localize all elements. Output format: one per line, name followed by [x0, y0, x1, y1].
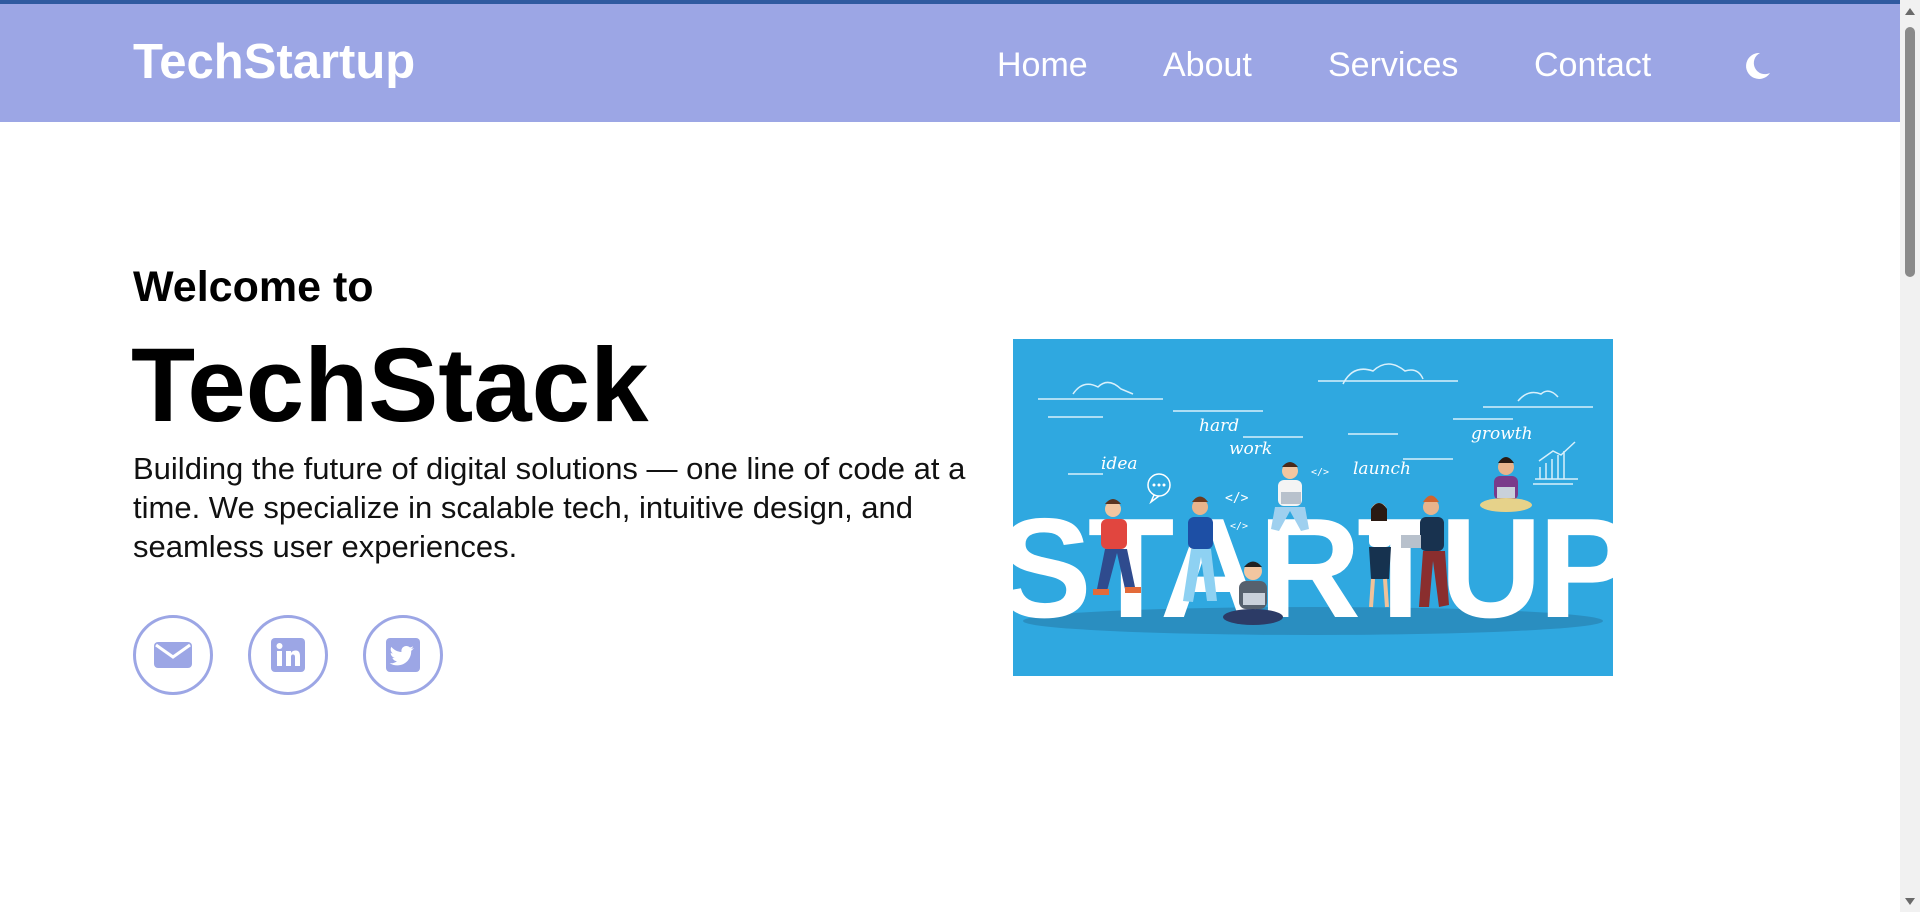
twitter-button[interactable]	[363, 615, 443, 695]
theme-toggle-button[interactable]	[1740, 49, 1774, 83]
startup-illustration: idea hard work launch growth </> </> </>	[1013, 339, 1613, 676]
envelope-icon	[154, 642, 192, 668]
scroll-down-arrow-icon[interactable]	[1904, 897, 1916, 907]
navbar: TechStartup Home About Services Contact	[0, 4, 1900, 122]
hero-description: Building the future of digital solutions…	[133, 451, 966, 564]
illustration-word-idea: idea	[1101, 454, 1138, 474]
page: TechStartup Home About Services Contact …	[0, 0, 1920, 912]
social-links	[133, 615, 463, 695]
nav-about-link[interactable]: About	[1163, 48, 1252, 82]
email-button[interactable]	[133, 615, 213, 695]
illustration-word-hard: hard	[1199, 416, 1239, 436]
hero-title: TechStack	[131, 327, 649, 444]
svg-text:</>: </>	[1311, 467, 1329, 478]
moon-icon	[1746, 52, 1770, 79]
illustration-word-work: work	[1229, 439, 1272, 459]
scroll-up-arrow-icon[interactable]	[1904, 6, 1916, 16]
illustration-word-growth: growth	[1471, 424, 1533, 444]
page-scrollbar[interactable]	[1900, 0, 1920, 912]
nav-contact-link[interactable]: Contact	[1534, 48, 1651, 82]
scrollbar-thumb[interactable]	[1905, 27, 1915, 277]
illustration-word-launch: launch	[1353, 459, 1411, 479]
hero-welcome: Welcome to	[133, 263, 374, 311]
nav-links: Home About Services Contact	[0, 48, 1900, 88]
twitter-icon	[386, 638, 420, 672]
linkedin-button[interactable]	[248, 615, 328, 695]
nav-services-link[interactable]: Services	[1328, 48, 1458, 82]
linkedin-icon	[271, 638, 305, 672]
startup-illustration-art: idea hard work launch growth </> </> </>	[1013, 339, 1613, 676]
nav-home-link[interactable]: Home	[997, 48, 1088, 82]
